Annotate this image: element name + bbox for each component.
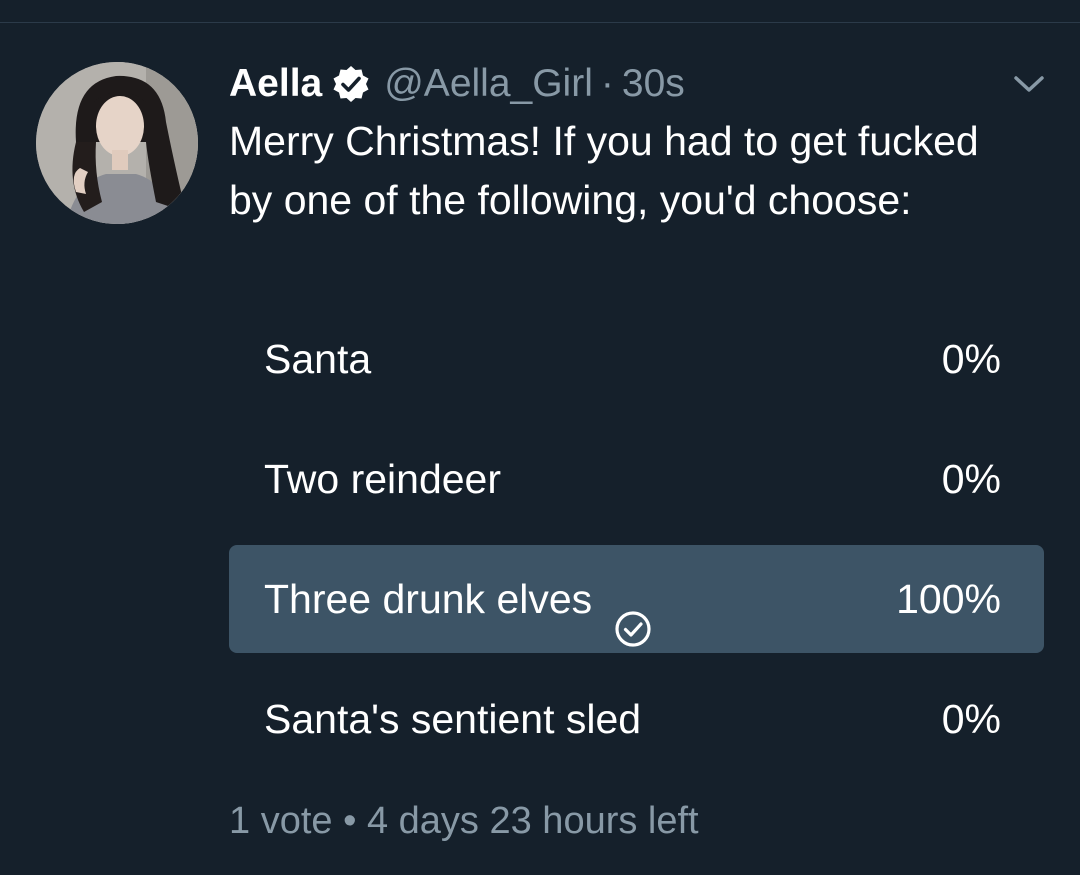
avatar[interactable]	[36, 62, 198, 224]
option-label: Santa	[264, 305, 371, 413]
option-percent: 0%	[941, 456, 1001, 502]
option-label-text: Three drunk elves	[264, 576, 593, 622]
tweet-text: Merry Christmas! If you had to get fucke…	[229, 118, 979, 223]
time-left: 4 days 23 hours left	[366, 800, 699, 842]
option-label: Two reindeer	[264, 425, 501, 533]
vote-count: 1 vote	[229, 800, 333, 842]
check-circle-icon	[614, 580, 652, 647]
tweet: Aella @Aella_Girl · 30s Merry Christmas!…	[0, 0, 1080, 875]
option-label-text: Santa	[264, 336, 372, 382]
handle[interactable]: @Aella_Girl	[384, 62, 593, 106]
timestamp[interactable]: 30s	[622, 62, 685, 106]
option-percent: 0%	[941, 336, 1001, 382]
avatar-photo	[36, 62, 198, 224]
option-label-text: Santa's sentient sled	[264, 696, 642, 742]
poll-option-three-drunk-elves[interactable]: Three drunk elves 100%	[229, 545, 1044, 653]
poll-option-santas-sentient-sled[interactable]: Santa's sentient sled 0%	[229, 665, 1044, 773]
poll-option-santa[interactable]: Santa 0%	[229, 305, 1044, 413]
poll-option-two-reindeer[interactable]: Two reindeer 0%	[229, 425, 1044, 533]
tweet-header: Aella @Aella_Girl · 30s	[229, 60, 685, 108]
poll-footer: 1 vote • 4 days 23 hours left	[229, 800, 699, 843]
option-percent: 100%	[896, 576, 1001, 622]
option-label: Three drunk elves	[264, 545, 652, 653]
chevron-down-icon[interactable]	[1011, 72, 1047, 96]
option-label: Santa's sentient sled	[264, 665, 641, 773]
header-separator: ·	[600, 62, 614, 105]
display-name[interactable]: Aella	[229, 62, 322, 106]
verified-badge-icon	[332, 65, 370, 103]
footer-separator: •	[343, 800, 357, 842]
option-label-text: Two reindeer	[264, 456, 502, 502]
option-percent: 0%	[941, 696, 1001, 742]
